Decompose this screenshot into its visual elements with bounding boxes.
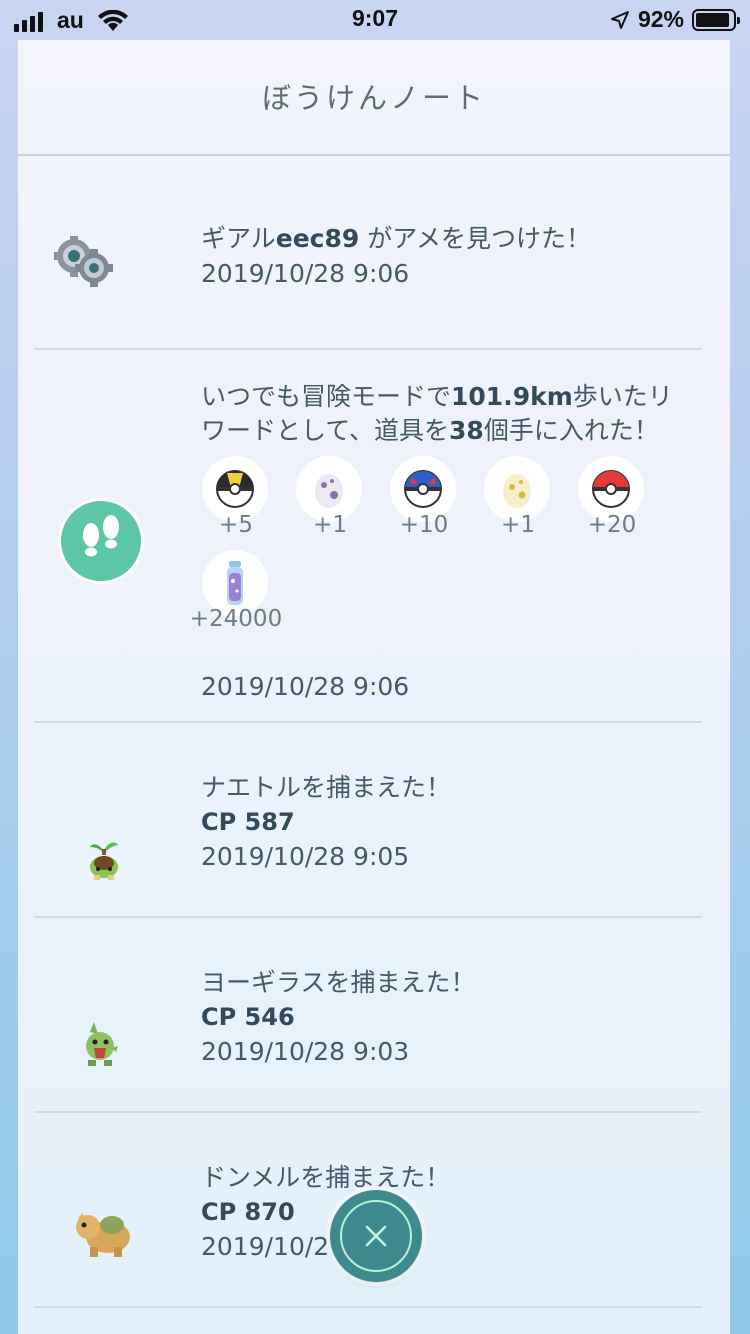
klink-icon [54, 236, 113, 287]
entry-cp: CP 546 [201, 1003, 295, 1031]
reward-item: +5 [189, 456, 283, 550]
journal-entry-catch: ナエトルを捕まえた！ CP 587 2019/10/28 9:05 [34, 723, 702, 918]
page-title: ぼうけんノート [261, 81, 486, 115]
journal-entry-adventure-sync: いつでも冒険モードで101.9km歩いたリ ワードとして、道具を38個手に入れた… [34, 350, 702, 723]
entry-message: ヨーギラスを捕まえた！ [201, 968, 476, 997]
entry-date: 2019/10/28 9:06 [201, 672, 410, 701]
journal-entry-catch: ヨーギラスを捕まえた！ CP 546 2019/10/28 9:03 [34, 918, 702, 1113]
stardust-icon [227, 561, 243, 605]
entry-date: 2019/10/2 [201, 1232, 330, 1261]
entry-message: ドンメルを捕まえた！ [201, 1163, 451, 1192]
ultra-ball-icon [216, 470, 254, 508]
great-ball-icon [404, 470, 442, 508]
entry-message: いつでも冒険モードで101.9km歩いたリ ワードとして、道具を38個手に入れた… [201, 382, 673, 445]
reward-item: +20 [565, 456, 659, 550]
reward-item: +10 [377, 456, 471, 550]
journal-entry-candy: ギアルeec89 がアメを見つけた！ 2019/10/28 9:06 [34, 156, 702, 350]
close-icon [365, 1225, 387, 1247]
reward-item: +24000 [189, 550, 283, 644]
location-arrow-icon [610, 10, 629, 29]
reward-item: +1 [283, 456, 377, 550]
egg-10km-icon [315, 474, 343, 508]
poke-ball-icon [592, 470, 630, 508]
entry-date: 2019/10/28 9:05 [201, 842, 410, 871]
journal-panel: ぼうけんノート ギアルeec89 がアメを見つけた！ 2019/10/28 9:… [18, 40, 730, 1334]
close-button[interactable] [330, 1190, 422, 1282]
footprints-icon [58, 498, 144, 584]
battery-icon [692, 8, 740, 31]
reward-items: +5 +1 +10 +1 +20 +24000 [189, 456, 659, 644]
entry-message: ギアルeec89 がアメを見つけた！ [201, 224, 591, 253]
entry-cp: CP 870 [201, 1198, 295, 1226]
battery-percentage: 92% [637, 6, 684, 32]
entry-date: 2019/10/28 9:06 [201, 259, 410, 288]
egg-2km-icon [503, 474, 531, 508]
numel-icon [76, 1213, 130, 1257]
turtwig-icon [90, 842, 118, 880]
status-bar: au 9:07 92% [0, 0, 750, 40]
larvitar-icon [86, 1022, 118, 1066]
entry-date: 2019/10/28 9:03 [201, 1037, 410, 1066]
journal-header: ぼうけんノート [18, 40, 730, 156]
reward-item: +1 [471, 456, 565, 550]
entry-message: ナエトルを捕まえた！ [201, 773, 452, 802]
entry-cp: CP 587 [201, 808, 295, 836]
